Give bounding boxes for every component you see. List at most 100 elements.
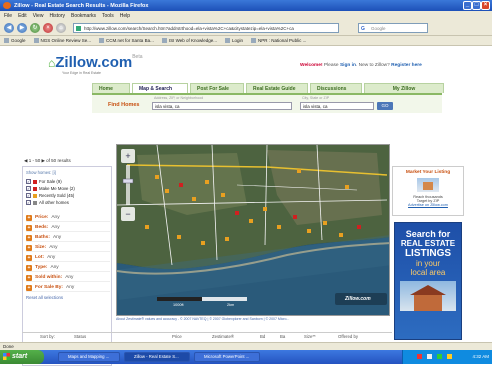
ad-banner[interactable]: Search for REAL ESTATE LISTINGS in your … [394, 222, 462, 340]
expand-icon: + [26, 244, 32, 251]
make-me-move-checkbox[interactable]: ✓ Make Me Move (2) [26, 186, 75, 191]
menu-edit[interactable]: Edit [18, 13, 27, 19]
search-input[interactable]: G Google [358, 22, 428, 33]
map-watermark: Zillow.com [345, 296, 371, 302]
tab-home[interactable]: Home [92, 83, 130, 93]
close-button[interactable]: × [481, 1, 490, 10]
address-hint: Address, ZIP, or Neighborhood [154, 96, 204, 100]
col-status[interactable]: Status [74, 334, 86, 339]
col-beds[interactable]: Bd [260, 334, 265, 339]
google-icon: G [361, 25, 365, 32]
zillow-logo[interactable]: ⌂Zillow.comBeta [48, 54, 143, 71]
filter-sold-within[interactable]: + Sold within: Any [26, 274, 110, 282]
site-favicon-icon [76, 25, 81, 31]
address-input[interactable]: isla vista, ca [152, 102, 292, 110]
bookmark-item[interactable]: Google [4, 38, 26, 43]
results-table-header: Sort by: Status Price Zestimate® Bd Ba S… [22, 332, 392, 341]
recently-sold-marker-icon [33, 193, 37, 198]
scale-left-label: 1000ft [173, 303, 184, 307]
sign-in-link[interactable]: Sign in [340, 63, 356, 68]
stop-icon[interactable]: × [43, 22, 53, 33]
map-attribution[interactable]: About Zestimate® values and accuracy - ©… [116, 317, 406, 321]
filter-price[interactable]: + Price: Any [26, 214, 110, 222]
windows-logo-icon [3, 353, 10, 360]
find-homes-bar: Find Homes Address, ZIP, or Neighborhood… [92, 95, 442, 113]
minimize-button[interactable]: _ [463, 1, 472, 10]
tab-my-zillow[interactable]: My Zillow [364, 83, 444, 93]
system-tray: 4:32 AM [402, 350, 492, 364]
bookmark-item[interactable]: NPR : National Public ... [251, 38, 306, 43]
menu-view[interactable]: View [33, 13, 44, 19]
sort-by-label: Sort by: [40, 334, 55, 339]
filter-beds[interactable]: + Beds: Any [26, 224, 110, 232]
col-zestimate[interactable]: Zestimate® [212, 334, 234, 339]
main-tabs: Home Map & Search Post For Sale Real Est… [92, 83, 444, 93]
recently-sold-checkbox[interactable]: ✓ Recently Sold (45) [26, 193, 74, 198]
tab-real-estate-guide[interactable]: Real Estate Guide [246, 83, 308, 93]
tray-icon[interactable] [427, 354, 432, 359]
col-baths[interactable]: Ba [280, 334, 285, 339]
tab-post-for-sale[interactable]: Post For Sale [190, 83, 244, 93]
taskbar-item[interactable]: Microsoft PowerPoint ... [194, 352, 260, 362]
ad-house-image [400, 281, 456, 311]
home-icon[interactable]: ⌂ [56, 22, 66, 33]
tab-map-search[interactable]: Map & Search [132, 83, 188, 93]
address-bar[interactable]: http://www.zillow.com/search/Search.htm?… [73, 22, 339, 33]
ad-line4: in your [415, 259, 440, 268]
filter-lot[interactable]: + Lot: Any [26, 254, 110, 262]
bookmark-item[interactable]: Login [225, 38, 243, 43]
filter-baths[interactable]: + Baths: Any [26, 234, 110, 242]
start-button[interactable]: start [0, 350, 44, 364]
svg-text:+: + [125, 151, 130, 161]
bookmarks-toolbar: Google NGS Online Review Se... CCM.net f… [0, 36, 492, 46]
col-size[interactable]: Size** [304, 334, 316, 339]
status-text: Done [3, 344, 14, 349]
map-view[interactable]: + − 1000ft 2km Zillow.com [116, 144, 390, 316]
advertise-link[interactable]: Advertise on Zillow.com [393, 203, 463, 207]
filter-size[interactable]: + Size: Any [26, 244, 110, 252]
market-listing-box: Market Your Listing Reach thousands Targ… [392, 166, 464, 216]
menu-bookmarks[interactable]: Bookmarks [71, 13, 96, 19]
tab-discussions[interactable]: Discussions [310, 83, 362, 93]
show-homes-label: Show homes: [i] [26, 170, 56, 175]
bookmark-item[interactable]: ISI Web of Knowledge... [162, 38, 217, 43]
ad-line2: REAL ESTATE [400, 239, 456, 248]
market-title: Market Your Listing [405, 170, 451, 175]
all-other-homes-checkbox[interactable]: ✓ All other homes [26, 200, 69, 205]
tray-icon[interactable] [447, 354, 452, 359]
menu-help[interactable]: Help [120, 13, 130, 19]
menu-history[interactable]: History [49, 13, 65, 19]
menu-bar: File Edit View History Bookmarks Tools H… [0, 11, 492, 20]
maximize-button[interactable]: □ [472, 1, 481, 10]
city-input[interactable]: isla vista, ca [300, 102, 374, 110]
bookmark-item[interactable]: CCM.net for Santa Ba... [99, 38, 154, 43]
tray-icon[interactable] [417, 354, 422, 359]
filter-for-sale-by[interactable]: + For Sale By: Any [26, 284, 110, 292]
expand-icon: + [26, 224, 32, 231]
city-hint: City, State or ZIP [302, 96, 330, 100]
title-bar: Zillow - Real Estate Search Results - Mo… [0, 0, 492, 11]
tray-icon[interactable] [437, 354, 442, 359]
filter-type[interactable]: + Type: Any [26, 264, 110, 272]
aerial-map[interactable]: + − [117, 145, 390, 316]
taskbar-item[interactable]: Maps and Mapping ... [58, 352, 120, 362]
go-button[interactable]: GO [377, 102, 393, 110]
menu-file[interactable]: File [4, 13, 12, 19]
status-bar: Done [0, 342, 492, 350]
taskbar-item[interactable]: Zillow - Real Estate S... [124, 352, 190, 362]
back-icon[interactable]: ◀ [4, 22, 14, 33]
results-paging[interactable]: ◀ 1 - 50 ▶ of 50 results [24, 158, 71, 164]
forward-icon[interactable]: ▶ [17, 22, 27, 33]
reset-link[interactable]: Reset all selections [26, 295, 63, 300]
col-offered-by[interactable]: Offered by [338, 334, 358, 339]
reload-icon[interactable]: ↻ [30, 22, 40, 33]
bookmark-item[interactable]: NGS Online Review Se... [34, 38, 92, 43]
register-link[interactable]: Register here [391, 63, 422, 68]
for-sale-checkbox[interactable]: ✓ For Sale (9) [26, 179, 62, 184]
menu-tools[interactable]: Tools [102, 13, 114, 19]
expand-icon: + [26, 284, 32, 291]
find-homes-label: Find Homes [108, 102, 140, 108]
house-sign-icon [417, 178, 439, 192]
col-price[interactable]: Price [172, 334, 182, 339]
svg-text:−: − [125, 209, 130, 219]
